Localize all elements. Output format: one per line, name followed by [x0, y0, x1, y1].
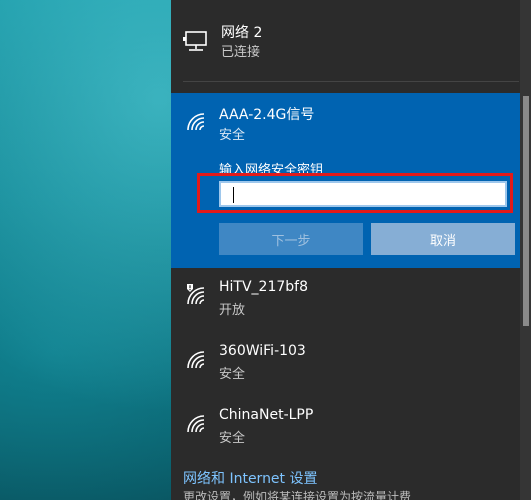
network-name: ChinaNet-LPP: [219, 407, 314, 423]
network-name: HiTV_217bf8: [219, 279, 308, 295]
network-settings-description: 更改设置，例如将某连接设置为按流量计费: [183, 490, 412, 500]
selected-network-security: 安全: [219, 128, 246, 143]
network-security: 安全: [219, 431, 246, 446]
network-item-chinanet[interactable]: ChinaNet-LPP 安全: [171, 399, 531, 463]
connected-network-name: 网络 2: [221, 25, 263, 41]
connected-network-status: 已连接: [221, 45, 261, 60]
scrollbar-thumb[interactable]: [523, 96, 529, 326]
wifi-signal-icon: [187, 113, 205, 131]
network-name: 360WiFi-103: [219, 343, 306, 359]
selected-network-name: AAA-2.4G信号: [219, 107, 315, 123]
connected-network-item[interactable]: 网络 2 已连接: [171, 0, 531, 82]
selected-network-item[interactable]: AAA-2.4G信号 安全 输入网络安全密钥 下一步 取消: [171, 93, 531, 268]
network-settings-link[interactable]: 网络和 Internet 设置: [183, 468, 318, 488]
wifi-open-warning-icon: [187, 284, 205, 305]
wifi-signal-icon: [187, 351, 205, 369]
divider: [183, 81, 519, 82]
wifi-signal-icon: [187, 415, 205, 433]
network-security: 开放: [219, 303, 246, 318]
network-flyout: 网络 2 已连接 AAA-2.4G信号 安全 输入网络安全密钥 下一步 取消 H…: [171, 0, 531, 500]
network-item-360wifi[interactable]: 360WiFi-103 安全: [171, 335, 531, 399]
cancel-button[interactable]: 取消: [371, 223, 515, 255]
next-button[interactable]: 下一步: [219, 223, 363, 255]
scrollbar[interactable]: [520, 0, 531, 500]
network-security: 安全: [219, 367, 246, 382]
highlight-frame: [197, 173, 513, 213]
ethernet-icon: [183, 31, 207, 51]
network-item-hitv[interactable]: HiTV_217bf8 开放: [171, 271, 531, 335]
